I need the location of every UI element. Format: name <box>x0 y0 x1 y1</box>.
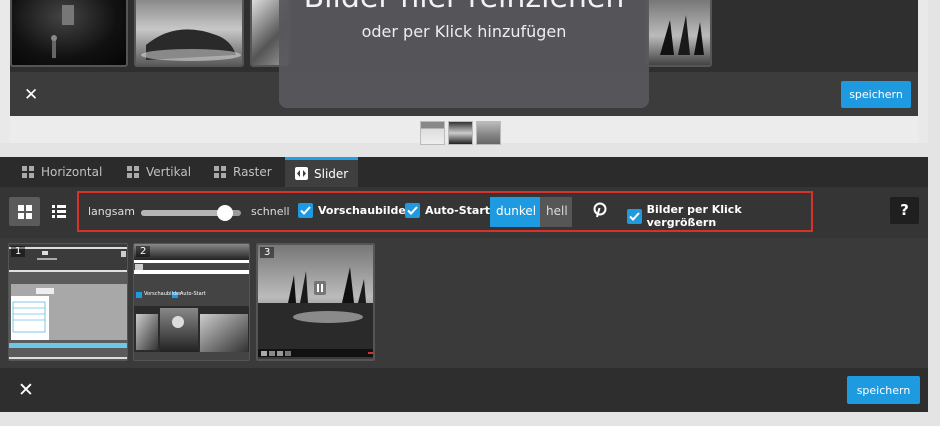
slide-preview <box>134 244 249 352</box>
enlarge-on-click-label: Bilder per Klick vergrößern <box>646 203 742 229</box>
layout-tabs: Horizontal Vertikal Raster Slider <box>0 157 928 187</box>
mini-thumbnails-label: Vorschaubilder <box>144 291 182 297</box>
tab-label: Slider <box>314 166 349 181</box>
theme-toggle: dunkel hell <box>490 197 572 227</box>
speed-fast-label: schnell <box>251 205 290 218</box>
slider-options-group: langsam schnell Vorschaubilder Auto-Star… <box>77 191 813 232</box>
slide-number: 3 <box>260 247 275 258</box>
tab-slider[interactable]: Slider <box>285 157 359 187</box>
speed-slow-label: langsam <box>88 205 135 218</box>
tab-label: Horizontal <box>41 165 103 179</box>
tab-label: Raster <box>233 165 272 179</box>
enlarge-on-click-checkbox[interactable]: Bilder per Klick vergrößern <box>627 203 811 229</box>
mini-thumbnail[interactable] <box>476 121 501 145</box>
slide-preview <box>9 247 127 359</box>
grid-view-button[interactable] <box>9 197 40 226</box>
checkmark-icon <box>298 203 313 218</box>
photo-thumbnail[interactable] <box>646 0 712 67</box>
mini-thumbnail[interactable] <box>448 121 473 145</box>
slide-preview <box>258 245 373 357</box>
close-icon[interactable]: ✕ <box>24 85 38 105</box>
slide-card-3[interactable]: 3 <box>256 243 375 361</box>
speed-slider-handle[interactable] <box>217 205 233 221</box>
slide-card-1[interactable]: 1 <box>8 243 128 361</box>
slider-toolbar: langsam schnell Vorschaubilder Auto-Star… <box>0 187 928 238</box>
photo-thumbnail[interactable] <box>10 0 128 67</box>
autostart-checkbox[interactable]: Auto-Start <box>405 203 490 218</box>
slide-number: 1 <box>11 246 26 257</box>
drop-zone-title: Bilder hier reinziehen <box>279 0 649 15</box>
slider-icon <box>295 167 308 180</box>
bottom-action-bar: ✕ speichern <box>0 368 928 412</box>
slide-list: 1 2 Vorschaubilder Auto-Start 3 <box>0 238 928 368</box>
help-button[interactable]: ? <box>890 197 919 224</box>
list-view-button[interactable] <box>44 197 73 226</box>
grid-icon <box>22 165 35 179</box>
grid-view-icon <box>17 204 32 219</box>
tab-vertikal[interactable]: Vertikal <box>117 157 201 187</box>
mini-thumbnail-strip <box>420 121 501 145</box>
tab-horizontal[interactable]: Horizontal <box>12 157 112 187</box>
mini-autostart-label: Auto-Start <box>180 291 206 297</box>
mini-thumbnail[interactable] <box>420 121 445 145</box>
autostart-label: Auto-Start <box>425 204 491 217</box>
drop-zone-subtitle: oder per Klick hinzufügen <box>361 22 567 41</box>
slide-card-2[interactable]: 2 Vorschaubilder Auto-Start <box>133 243 250 361</box>
drop-zone[interactable]: Bilder hier reinziehen oder per Klick hi… <box>279 0 649 108</box>
close-icon[interactable]: ✕ <box>18 379 34 401</box>
checkmark-icon <box>405 203 420 218</box>
tab-label: Vertikal <box>146 165 192 179</box>
save-button[interactable]: speichern <box>841 81 911 108</box>
speed-slider-fill <box>141 210 225 216</box>
theme-dark-button[interactable]: dunkel <box>490 197 540 227</box>
speed-slider[interactable] <box>141 205 241 221</box>
grid-icon <box>127 165 140 179</box>
grid-icon <box>214 165 227 179</box>
checkmark-icon <box>627 208 642 224</box>
pinterest-icon[interactable] <box>592 202 608 222</box>
list-view-icon <box>51 205 66 218</box>
tab-raster[interactable]: Raster <box>204 157 282 187</box>
photo-thumbnail[interactable] <box>134 0 244 67</box>
thumbnails-checkbox[interactable]: Vorschaubilder <box>298 203 411 218</box>
theme-light-button[interactable]: hell <box>540 197 572 227</box>
thumbnails-label: Vorschaubilder <box>318 204 412 217</box>
save-button[interactable]: speichern <box>847 376 920 404</box>
slide-number: 2 <box>136 246 151 257</box>
